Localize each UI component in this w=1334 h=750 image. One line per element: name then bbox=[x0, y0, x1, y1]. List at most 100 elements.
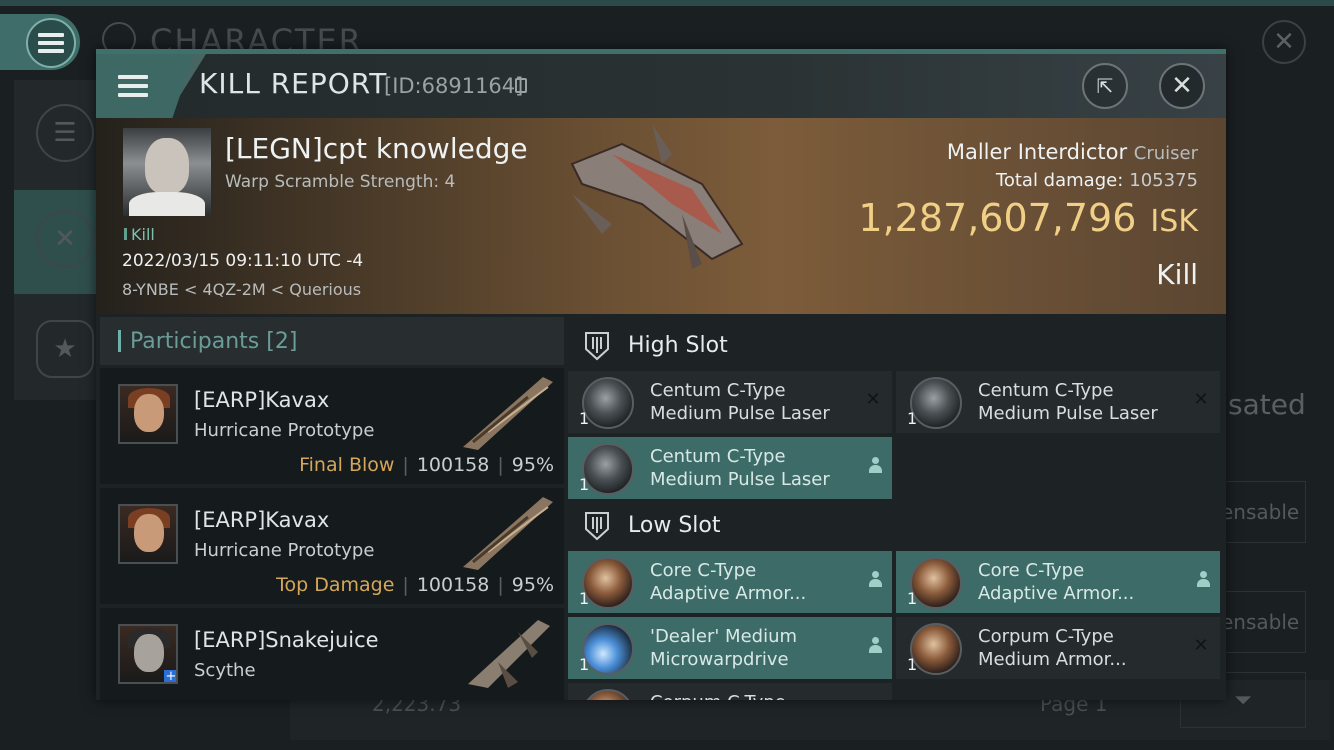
background-close-icon[interactable]: ✕ bbox=[1262, 20, 1306, 64]
participant-damage: 100158 bbox=[416, 574, 490, 596]
kill-id: [ID:6891164] bbox=[384, 74, 524, 98]
low-slot-header: Low Slot bbox=[568, 499, 1226, 551]
isk-value: 1,287,607,796 ISK bbox=[858, 196, 1198, 240]
participant-row[interactable]: [EARP]Kavax Hurricane Prototype Final Bl… bbox=[100, 368, 564, 484]
participant-avatar bbox=[118, 504, 178, 564]
hamburger-icon bbox=[118, 75, 148, 97]
kill-tag-label: Kill bbox=[131, 225, 155, 244]
high-slot-title: High Slot bbox=[628, 333, 728, 358]
participant-stats: Top Damage | 100158 | 95% bbox=[276, 574, 554, 596]
module-quantity: 1 bbox=[579, 589, 590, 608]
module-quantity: 1 bbox=[579, 409, 590, 428]
module-name: Corpum C-Type bbox=[650, 691, 786, 700]
participant-stats: Final Blow | 100158 | 95% bbox=[299, 454, 554, 476]
kill-result: Kill bbox=[1156, 258, 1198, 291]
high-slot-icon bbox=[585, 332, 609, 361]
fitted-module[interactable]: 1 Core C-Type Adaptive Armor... bbox=[568, 551, 892, 613]
participant-role: Top Damage bbox=[276, 574, 395, 596]
module-quantity: 1 bbox=[907, 409, 918, 428]
star-icon[interactable]: ★ bbox=[36, 320, 94, 378]
background-menu-button[interactable] bbox=[26, 18, 76, 68]
module-name-line2: Adaptive Armor... bbox=[978, 583, 1135, 604]
background-top-bar bbox=[0, 0, 1334, 6]
participants-header[interactable]: Participants [2] bbox=[100, 317, 564, 365]
participants-label: Participants bbox=[130, 329, 260, 354]
module-name-line2: Medium Pulse Laser bbox=[650, 469, 830, 490]
destroyed-icon: ✕ bbox=[1193, 635, 1209, 656]
victim-ship-name: Maller Interdictor bbox=[946, 140, 1128, 164]
total-damage: Total damage: 105375 bbox=[996, 170, 1198, 191]
kill-datetime: 2022/03/15 09:11:10 UTC -4 bbox=[122, 251, 364, 271]
participant-ship-image bbox=[468, 620, 550, 688]
dropped-person-icon bbox=[868, 457, 882, 473]
module-quantity: 1 bbox=[579, 475, 590, 494]
module-name-line2: Medium Pulse Laser bbox=[978, 403, 1158, 424]
participant-percent: 95% bbox=[511, 454, 554, 476]
victim-name[interactable]: [LEGN]cpt knowledge bbox=[225, 132, 528, 165]
warp-scramble-strength: Warp Scramble Strength: 4 bbox=[225, 172, 456, 192]
fitted-module[interactable]: 1 Centum C-Type Medium Pulse Laser ✕ bbox=[568, 371, 892, 433]
participants-panel: Participants [2] [EARP]Kavax Hurricane P… bbox=[100, 317, 564, 700]
module-quantity: 1 bbox=[907, 589, 918, 608]
armor-plate-icon bbox=[910, 623, 962, 675]
participant-role: Final Blow bbox=[299, 454, 395, 476]
fitted-module[interactable]: 1 Centum C-Type Medium Pulse Laser ✕ bbox=[896, 371, 1220, 433]
dropped-person-icon bbox=[868, 637, 882, 653]
module-name: Core C-Type Adaptive Armor... bbox=[978, 559, 1134, 605]
low-slot-title: Low Slot bbox=[628, 513, 721, 538]
crossed-swords-icon[interactable]: ✕ bbox=[36, 210, 94, 268]
participant-damage: 100158 bbox=[416, 454, 490, 476]
module-name-line1: Core C-Type bbox=[650, 560, 757, 581]
close-icon[interactable]: ✕ bbox=[1159, 63, 1205, 109]
participant-row[interactable]: [EARP]Kavax Hurricane Prototype Top Dama… bbox=[100, 488, 564, 604]
participant-name: [EARP]Snakejuice bbox=[194, 628, 379, 652]
fitting-panel: High Slot 1 Centum C-Type Medium Pulse La… bbox=[568, 317, 1226, 700]
fitted-module[interactable]: 1 Corpum C-Type Medium Armor... ✕ bbox=[896, 617, 1220, 679]
participant-ship: Hurricane Prototype bbox=[194, 540, 375, 561]
window-title: KILL REPORT bbox=[199, 67, 388, 100]
victim-ship[interactable]: Maller Interdictor Cruiser bbox=[947, 140, 1198, 164]
participant-row[interactable]: + [EARP]Snakejuice Scythe bbox=[100, 608, 564, 700]
fitted-module[interactable]: Corpum C-Type bbox=[568, 683, 892, 700]
list-icon[interactable]: ☰ bbox=[36, 104, 94, 162]
fitted-module[interactable]: 1 Core C-Type Adaptive Armor... bbox=[896, 551, 1220, 613]
copy-icon[interactable] bbox=[515, 78, 527, 93]
module-name: Corpum C-Type Medium Armor... bbox=[978, 625, 1127, 671]
armor-hardener-icon bbox=[910, 557, 962, 609]
participant-avatar bbox=[118, 384, 178, 444]
armor-hardener-icon bbox=[582, 557, 634, 609]
module-quantity: 1 bbox=[579, 655, 590, 674]
kill-location[interactable]: 8-YNBE < 4QZ-2M < Querious bbox=[122, 280, 361, 299]
module-name: Centum C-Type Medium Pulse Laser bbox=[650, 379, 830, 425]
victim-portrait[interactable] bbox=[123, 128, 211, 216]
hamburger-icon bbox=[38, 33, 64, 53]
victim-panel: [LEGN]cpt knowledge Warp Scramble Streng… bbox=[96, 118, 1226, 314]
victim-ship-image[interactable] bbox=[552, 124, 752, 274]
share-icon[interactable]: ⇱ bbox=[1082, 63, 1128, 109]
kill-tag: Kill bbox=[124, 225, 155, 244]
fitted-module[interactable]: 1 'Dealer' Medium Microwarpdrive bbox=[568, 617, 892, 679]
module-name: Centum C-Type Medium Pulse Laser bbox=[978, 379, 1158, 425]
microwarpdrive-icon bbox=[582, 623, 634, 675]
module-quantity: 1 bbox=[907, 655, 918, 674]
isk-unit: ISK bbox=[1150, 204, 1198, 239]
total-damage-value: 105375 bbox=[1129, 170, 1198, 191]
participant-name: [EARP]Kavax bbox=[194, 508, 330, 532]
background-right-text: sated bbox=[1228, 388, 1306, 421]
module-name-line2: Adaptive Armor... bbox=[650, 583, 807, 604]
module-name-line2: Microwarpdrive bbox=[650, 649, 789, 670]
pulse-laser-icon bbox=[582, 443, 634, 495]
participant-ship: Hurricane Prototype bbox=[194, 420, 375, 441]
kill-report-window: KILL REPORT [ID:6891164] ⇱ ✕ [LEGN]cpt k… bbox=[96, 49, 1226, 700]
module-name-line2: Medium Armor... bbox=[978, 649, 1127, 670]
participants-title: Participants [2] bbox=[130, 329, 297, 354]
module-name: 'Dealer' Medium Microwarpdrive bbox=[650, 625, 797, 671]
fitted-module[interactable]: 1 Centum C-Type Medium Pulse Laser bbox=[568, 437, 892, 499]
destroyed-icon: ✕ bbox=[1193, 389, 1209, 410]
high-slot-header: High Slot bbox=[568, 319, 1226, 371]
module-name-line1: Centum C-Type bbox=[650, 446, 786, 467]
participant-ship-image bbox=[463, 497, 553, 570]
participant-percent: 95% bbox=[511, 574, 554, 596]
isk-amount: 1,287,607,796 bbox=[858, 196, 1137, 240]
participant-ship: Scythe bbox=[194, 660, 256, 681]
